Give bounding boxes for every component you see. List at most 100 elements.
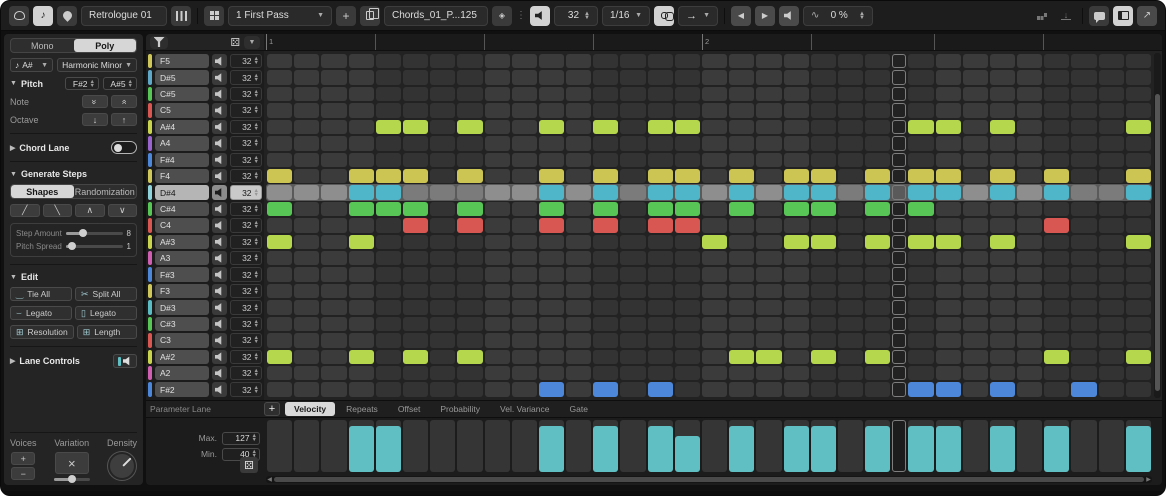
lane-steps-stepper[interactable]: 32 ▲ ▼ xyxy=(230,185,262,200)
octave-down-button[interactable]: ↓ xyxy=(82,113,108,126)
stepper-arrows-icon[interactable]: ▲ ▼ xyxy=(254,286,259,296)
step-cell[interactable] xyxy=(457,168,483,184)
step-cell[interactable] xyxy=(1017,366,1043,381)
step-cell[interactable] xyxy=(647,349,673,365)
step-cell[interactable] xyxy=(538,283,565,299)
step-cell[interactable] xyxy=(430,201,456,217)
step-cell[interactable] xyxy=(402,300,429,315)
step-cell[interactable] xyxy=(1098,316,1124,332)
step-cell[interactable] xyxy=(962,86,988,102)
step-cell[interactable] xyxy=(348,300,374,315)
note-shift-up-button[interactable]: » xyxy=(111,95,137,108)
step-cell[interactable] xyxy=(865,251,891,266)
step-cell[interactable] xyxy=(593,86,619,102)
step-cell[interactable] xyxy=(729,283,755,299)
step-cell[interactable] xyxy=(484,54,510,69)
step-cell[interactable] xyxy=(1017,70,1043,85)
step-cell[interactable] xyxy=(484,218,510,233)
step-cell[interactable] xyxy=(865,152,891,167)
step-cell[interactable] xyxy=(1071,382,1097,397)
step-cell[interactable] xyxy=(1017,349,1043,365)
step-cell[interactable] xyxy=(593,103,619,118)
scroll-left-arrow[interactable]: ◀ xyxy=(266,476,273,483)
preset-name-field[interactable]: Chords_01_P...125 xyxy=(384,5,488,26)
step-cell[interactable] xyxy=(375,119,401,135)
step-cell[interactable] xyxy=(935,366,961,381)
step-cell[interactable] xyxy=(837,119,864,135)
density-knob[interactable] xyxy=(107,452,136,480)
lane-steps-stepper[interactable]: 32 ▲ ▼ xyxy=(230,168,262,184)
step-cell[interactable] xyxy=(756,382,782,397)
comment-button[interactable] xyxy=(1089,5,1109,26)
step-cell[interactable] xyxy=(647,267,673,282)
step-cell[interactable] xyxy=(756,70,782,85)
lane-mute-button[interactable] xyxy=(212,316,227,332)
step-cell[interactable] xyxy=(674,349,700,365)
lane-row-A2[interactable]: A2 32 ▲ ▼ xyxy=(148,365,262,381)
step-cell[interactable] xyxy=(593,119,619,135)
pattern-grid-button[interactable] xyxy=(204,5,224,26)
stepper-arrows-icon[interactable]: ▲ ▼ xyxy=(254,352,259,362)
step-cell[interactable] xyxy=(702,267,728,282)
step-cell[interactable] xyxy=(1125,201,1151,217)
step-cell[interactable] xyxy=(962,119,988,135)
step-amount-slider[interactable] xyxy=(65,229,123,237)
tab-probability[interactable]: Probability xyxy=(431,402,489,416)
step-cell[interactable] xyxy=(989,251,1016,266)
step-cell[interactable] xyxy=(484,185,510,200)
step-cell[interactable] xyxy=(702,366,728,381)
step-cell[interactable] xyxy=(620,54,646,69)
step-cell[interactable] xyxy=(538,349,565,365)
velocity-slot[interactable] xyxy=(674,420,700,472)
step-cell[interactable] xyxy=(837,201,864,217)
step-cell[interactable] xyxy=(294,103,320,118)
step-cell[interactable] xyxy=(267,201,293,217)
step-cell[interactable] xyxy=(810,185,836,200)
step-cell[interactable] xyxy=(1044,201,1070,217)
step-cell[interactable] xyxy=(837,234,864,250)
step-cell[interactable] xyxy=(294,218,320,233)
voices-decrease-button[interactable]: − xyxy=(11,467,36,480)
stepper-arrows-icon[interactable]: ▲ ▼ xyxy=(254,106,259,116)
step-cell[interactable] xyxy=(1098,251,1124,266)
step-cell[interactable] xyxy=(783,316,809,332)
lane-row-F#3[interactable]: F#3 32 ▲ ▼ xyxy=(148,266,262,282)
step-cell[interactable] xyxy=(375,333,401,348)
step-cell[interactable] xyxy=(430,251,456,266)
step-cell[interactable] xyxy=(538,103,565,118)
link-button[interactable] xyxy=(654,5,674,26)
step-cell[interactable] xyxy=(402,316,429,332)
step-cell[interactable] xyxy=(294,136,320,151)
voices-increase-button[interactable]: + xyxy=(11,452,36,465)
step-cell[interactable] xyxy=(1071,201,1097,217)
step-cell[interactable] xyxy=(321,152,347,167)
step-cell[interactable] xyxy=(1071,168,1097,184)
more-options-button[interactable]: ⋮ xyxy=(516,6,526,26)
lane-steps-stepper[interactable]: 32 ▲ ▼ xyxy=(230,86,262,102)
velocity-slot[interactable] xyxy=(348,420,374,472)
step-cell[interactable] xyxy=(908,333,934,348)
step-cell[interactable] xyxy=(908,366,934,381)
step-cell[interactable] xyxy=(729,86,755,102)
step-cell[interactable] xyxy=(783,168,809,184)
velocity-slot[interactable] xyxy=(935,420,961,472)
lane-mute-button[interactable] xyxy=(212,366,227,381)
step-cell[interactable] xyxy=(375,366,401,381)
velocity-bar[interactable] xyxy=(810,426,836,472)
ruler-step[interactable] xyxy=(839,34,866,50)
step-cell[interactable] xyxy=(729,251,755,266)
step-cell[interactable] xyxy=(620,86,646,102)
step-cell[interactable] xyxy=(1071,300,1097,315)
step-cell[interactable] xyxy=(348,86,374,102)
step-cell[interactable] xyxy=(1071,218,1097,233)
step-cell[interactable] xyxy=(1044,349,1070,365)
lane-steps-stepper[interactable]: 32 ▲ ▼ xyxy=(230,103,262,118)
step-cell[interactable] xyxy=(484,119,510,135)
step-cell[interactable] xyxy=(783,283,809,299)
step-cell[interactable] xyxy=(1044,316,1070,332)
step-cell[interactable] xyxy=(756,366,782,381)
step-cell[interactable] xyxy=(865,54,891,69)
lane-note-label[interactable]: A#4 xyxy=(155,119,209,135)
step-cell[interactable] xyxy=(1125,349,1151,365)
velocity-slot[interactable] xyxy=(702,420,728,472)
